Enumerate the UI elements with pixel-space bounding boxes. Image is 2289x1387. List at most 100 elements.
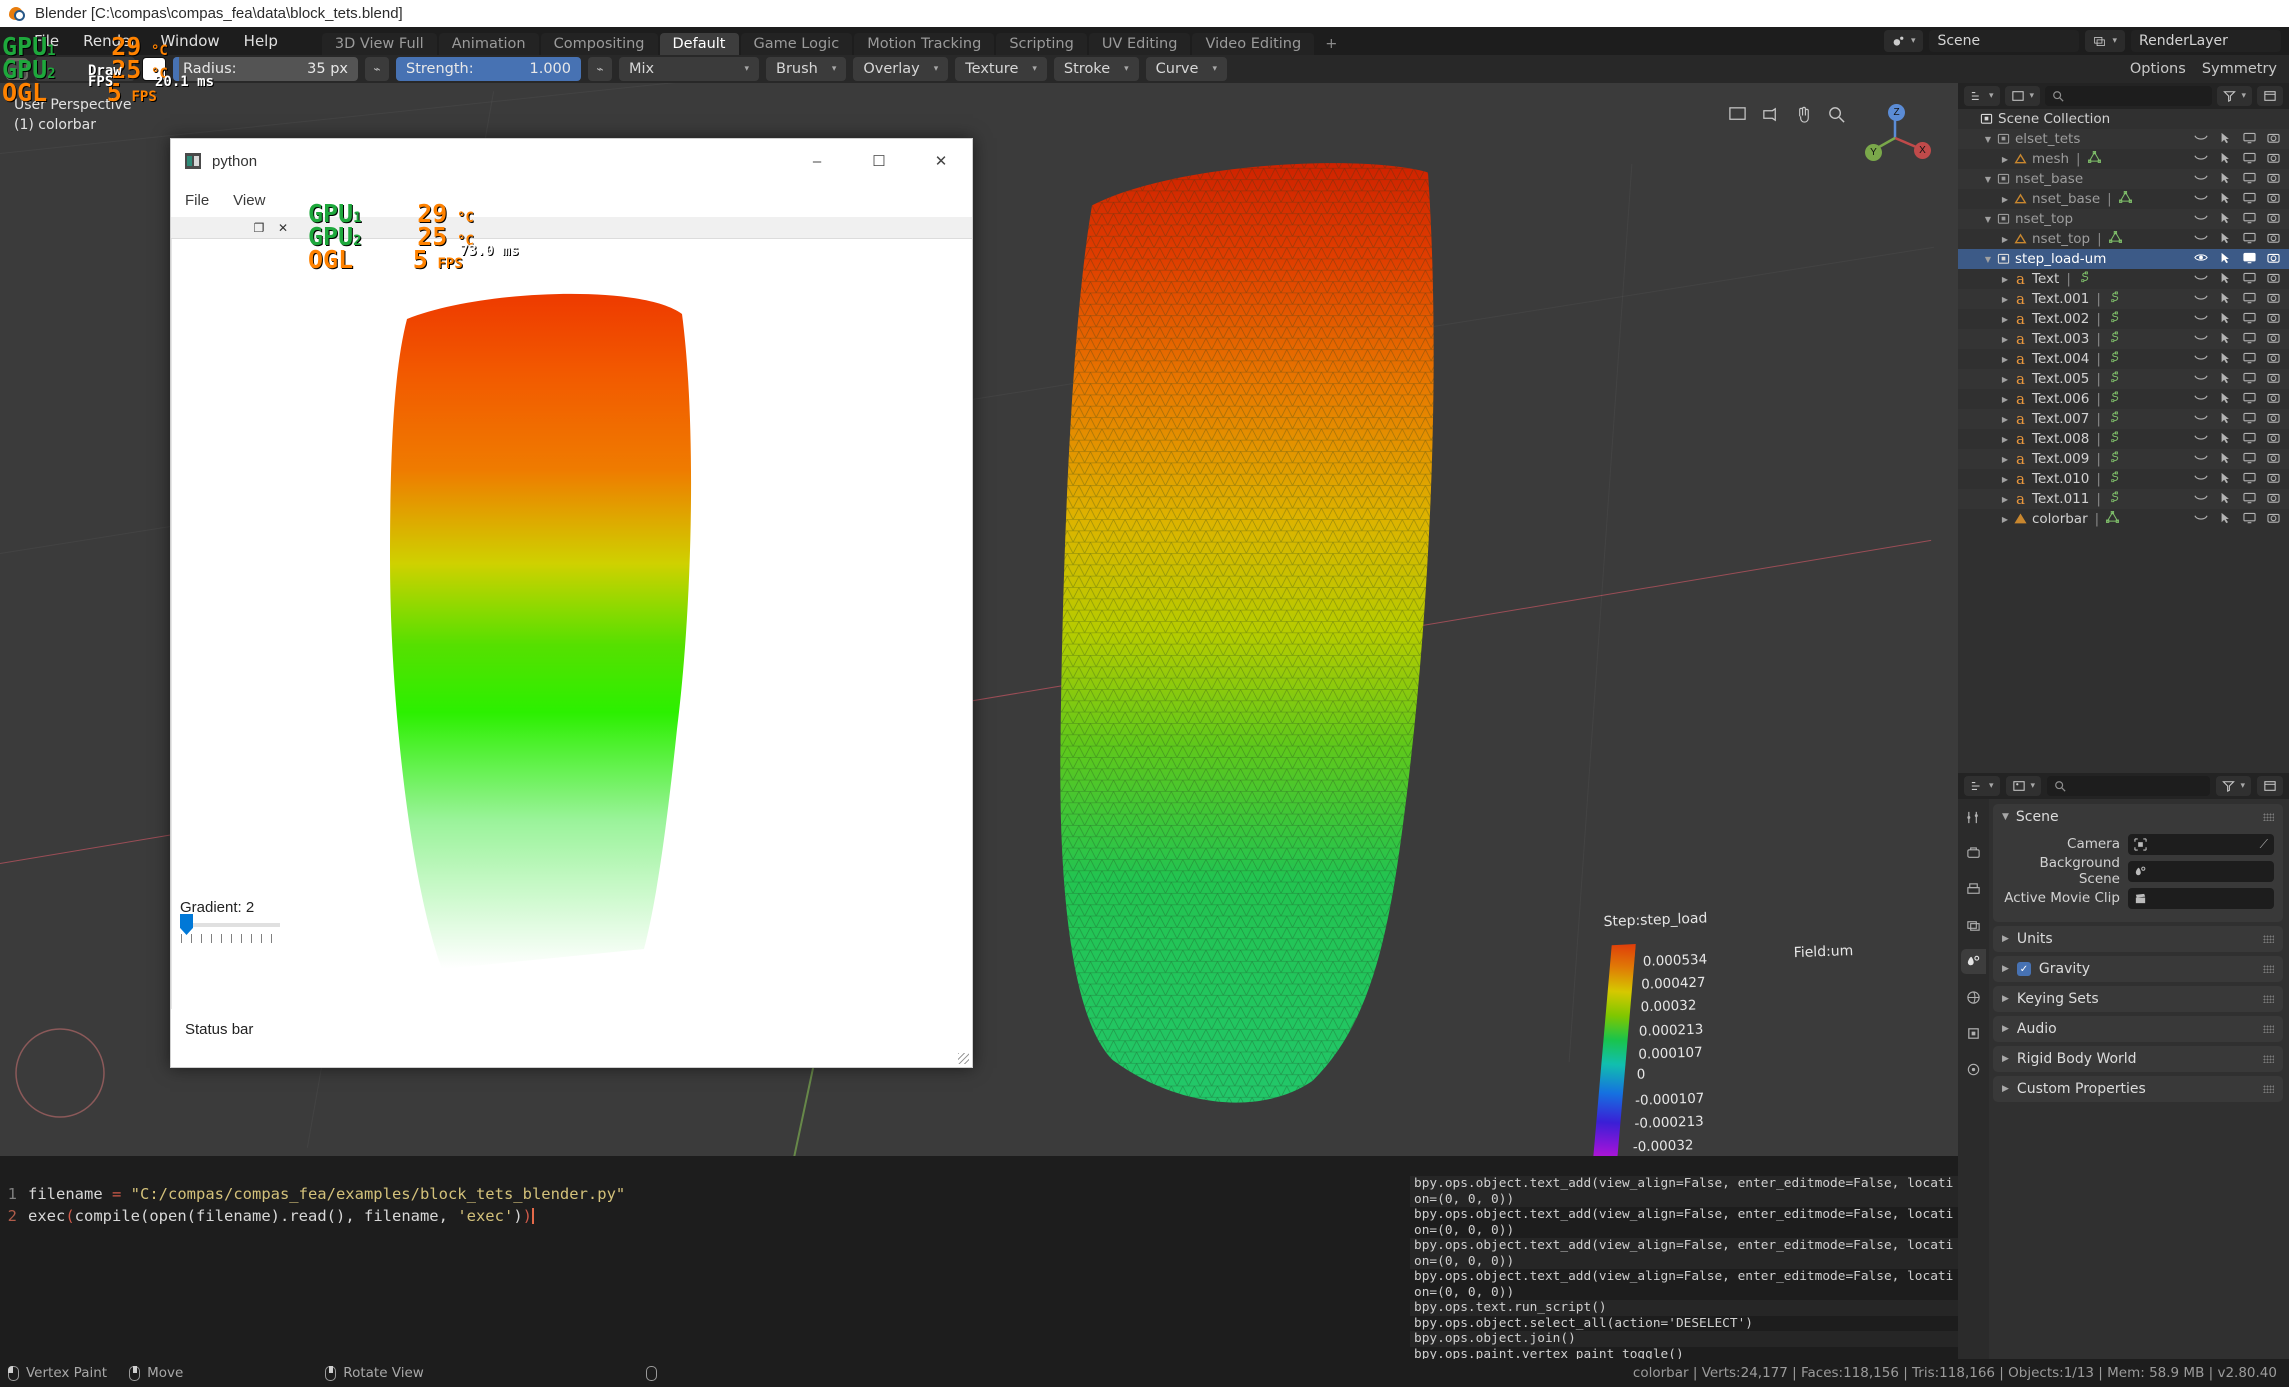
- toggle-disable-in-viewports[interactable]: [2237, 292, 2261, 307]
- panel-units[interactable]: ▶ Units: [1993, 926, 2283, 952]
- camera-view-icon[interactable]: [1761, 105, 1780, 124]
- properties-filter-button[interactable]: ▾: [2216, 776, 2251, 796]
- outliner-twisty[interactable]: ▶: [1998, 355, 2012, 364]
- toggle-hide-in-viewport[interactable]: [2189, 292, 2213, 306]
- properties-context-button[interactable]: ▾: [2005, 776, 2042, 796]
- workspace-tab-scripting[interactable]: Scripting: [996, 33, 1087, 55]
- code-line[interactable]: 2 exec(compile(open(filename).read(), fil…: [0, 1205, 1410, 1227]
- toggle-disable-in-viewports[interactable]: [2237, 132, 2261, 147]
- camera-field[interactable]: ⟋: [2128, 833, 2274, 855]
- outliner-new-collection-button[interactable]: [2257, 86, 2283, 106]
- toggle-disable-in-viewports[interactable]: [2237, 332, 2261, 347]
- minimize-button[interactable]: –: [786, 139, 848, 183]
- toggle-disable-in-renders[interactable]: [2261, 512, 2285, 527]
- maximize-button[interactable]: ☐: [848, 139, 910, 183]
- python-resize-grip[interactable]: [958, 1053, 969, 1064]
- toggle-selectable[interactable]: [2213, 392, 2237, 407]
- toggle-disable-in-viewports[interactable]: [2237, 212, 2261, 227]
- pan-hand-icon[interactable]: [1794, 105, 1813, 124]
- toggle-hide-in-viewport[interactable]: [2189, 392, 2213, 406]
- workspace-tab-default[interactable]: Default: [659, 33, 739, 55]
- toggle-disable-in-renders[interactable]: [2261, 472, 2285, 487]
- outliner-twisty[interactable]: ▶: [1998, 155, 2012, 164]
- outliner-row-text-005[interactable]: ▶ a Text.005 |: [1958, 369, 2289, 389]
- panel-custom-properties[interactable]: ▶ Custom Properties: [1993, 1076, 2283, 1102]
- outliner-row-text-010[interactable]: ▶ a Text.010 |: [1958, 469, 2289, 489]
- scene-name-field[interactable]: Scene: [1929, 30, 2080, 52]
- toggle-hide-in-viewport[interactable]: [2189, 372, 2213, 386]
- workspace-tab-motion-tracking[interactable]: Motion Tracking: [854, 33, 995, 55]
- outliner-twisty[interactable]: ▶: [1998, 495, 2012, 504]
- outliner-row-text-008[interactable]: ▶ a Text.008 |: [1958, 429, 2289, 449]
- workspace-tab-video-editing[interactable]: Video Editing: [1192, 33, 1315, 55]
- outliner-tree[interactable]: Scene Collection ▼ elset_tets ▶ mesh | ▼ nset_b…: [1958, 109, 2289, 529]
- viewport-navigation-gizmo[interactable]: Z X Y: [1858, 101, 1932, 175]
- outliner-twisty[interactable]: ▶: [1998, 195, 2012, 204]
- toggle-disable-in-renders[interactable]: [2261, 152, 2285, 167]
- workspace-tab-compositing[interactable]: Compositing: [540, 33, 658, 55]
- toggle-selectable[interactable]: [2213, 372, 2237, 387]
- toggle-disable-in-renders[interactable]: [2261, 272, 2285, 287]
- panel-enable-checkbox[interactable]: ✓: [2016, 962, 2031, 976]
- close-figure-button[interactable]: ✕: [271, 217, 295, 239]
- toggle-selectable[interactable]: [2213, 312, 2237, 327]
- properties-pin-button[interactable]: [2257, 776, 2283, 796]
- outliner-row-text-003[interactable]: ▶ a Text.003 |: [1958, 329, 2289, 349]
- properties-search-input[interactable]: [2047, 776, 2211, 796]
- text-editor[interactable]: 1 filename = "C:/compas/compas_fea/exampl…: [0, 1176, 1410, 1359]
- toggle-selectable[interactable]: [2213, 212, 2237, 227]
- outliner-twisty[interactable]: ▶: [1998, 335, 2012, 344]
- panel-rigid-body-world[interactable]: ▶ Rigid Body World: [1993, 1046, 2283, 1072]
- tab-output[interactable]: [1961, 877, 1986, 902]
- outliner-twisty[interactable]: ▼: [1981, 135, 1995, 144]
- overlay-popover[interactable]: Overlay ▾: [853, 57, 949, 81]
- toggle-disable-in-viewports[interactable]: [2237, 152, 2261, 167]
- outliner-twisty[interactable]: ▶: [1998, 295, 2012, 304]
- info-editor-console[interactable]: bpy.ops.object.text_add(view_align=False…: [1410, 1176, 1958, 1359]
- viewlayer-browse-button[interactable]: ▾: [2085, 30, 2125, 52]
- outliner-row-text-002[interactable]: ▶ a Text.002 |: [1958, 309, 2289, 329]
- toggle-hide-in-viewport[interactable]: [2189, 512, 2213, 526]
- outliner-row-nset-top[interactable]: ▶ nset_top |: [1958, 229, 2289, 249]
- toggle-disable-in-viewports[interactable]: [2237, 452, 2261, 467]
- gizmo-axis-z[interactable]: Z: [1888, 104, 1905, 121]
- toggle-disable-in-renders[interactable]: [2261, 352, 2285, 367]
- toggle-disable-in-renders[interactable]: [2261, 452, 2285, 467]
- toggle-hide-in-viewport[interactable]: [2189, 272, 2213, 286]
- properties-editor[interactable]: ▾ ▾ ▾ ▼ Scene Camera ⟋ Background Scene …: [1958, 773, 2289, 1359]
- workspace-tab-animation[interactable]: Animation: [438, 33, 539, 55]
- toggle-disable-in-viewports[interactable]: [2237, 472, 2261, 487]
- toggle-disable-in-viewports[interactable]: [2237, 232, 2261, 247]
- toggle-selectable[interactable]: [2213, 172, 2237, 187]
- background-scene-field[interactable]: [2128, 860, 2274, 882]
- toggle-disable-in-viewports[interactable]: [2237, 492, 2261, 507]
- outliner-twisty[interactable]: ▼: [1981, 215, 1995, 224]
- toggle-hide-in-viewport[interactable]: [2189, 132, 2213, 146]
- toggle-disable-in-viewports[interactable]: [2237, 392, 2261, 407]
- menu-help[interactable]: Help: [232, 27, 290, 55]
- texture-popover[interactable]: Texture ▾: [955, 57, 1047, 81]
- outliner-editor-type-button[interactable]: ▾: [1964, 86, 2000, 106]
- toggle-disable-in-renders[interactable]: [2261, 172, 2285, 187]
- stroke-popover[interactable]: Stroke ▾: [1053, 57, 1139, 81]
- brush-popover[interactable]: Brush ▾: [766, 57, 847, 81]
- toggle-disable-in-renders[interactable]: [2261, 432, 2285, 447]
- outliner-twisty[interactable]: ▶: [1998, 375, 2012, 384]
- options-popover[interactable]: Options: [2130, 61, 2186, 77]
- toggle-disable-in-viewports[interactable]: [2237, 352, 2261, 367]
- outliner-twisty[interactable]: ▶: [1998, 475, 2012, 484]
- toggle-disable-in-renders[interactable]: [2261, 492, 2285, 507]
- panel-keying-sets[interactable]: ▶ Keying Sets: [1993, 986, 2283, 1012]
- properties-editor-type-button[interactable]: ▾: [1964, 776, 2000, 796]
- outliner-row-text-007[interactable]: ▶ a Text.007 |: [1958, 409, 2289, 429]
- add-workspace-button[interactable]: +: [1316, 33, 1346, 55]
- tab-render[interactable]: [1961, 841, 1986, 866]
- outliner-twisty[interactable]: ▶: [1998, 315, 2012, 324]
- toggle-hide-in-viewport[interactable]: [2189, 192, 2213, 206]
- toggle-disable-in-viewports[interactable]: [2237, 312, 2261, 327]
- workspace-tab-3d-view-full[interactable]: 3D View Full: [321, 33, 437, 55]
- outliner-row-text-006[interactable]: ▶ a Text.006 |: [1958, 389, 2289, 409]
- outliner-twisty[interactable]: ▶: [1998, 275, 2012, 284]
- toggle-hide-in-viewport[interactable]: [2189, 212, 2213, 226]
- toggle-selectable[interactable]: [2213, 132, 2237, 147]
